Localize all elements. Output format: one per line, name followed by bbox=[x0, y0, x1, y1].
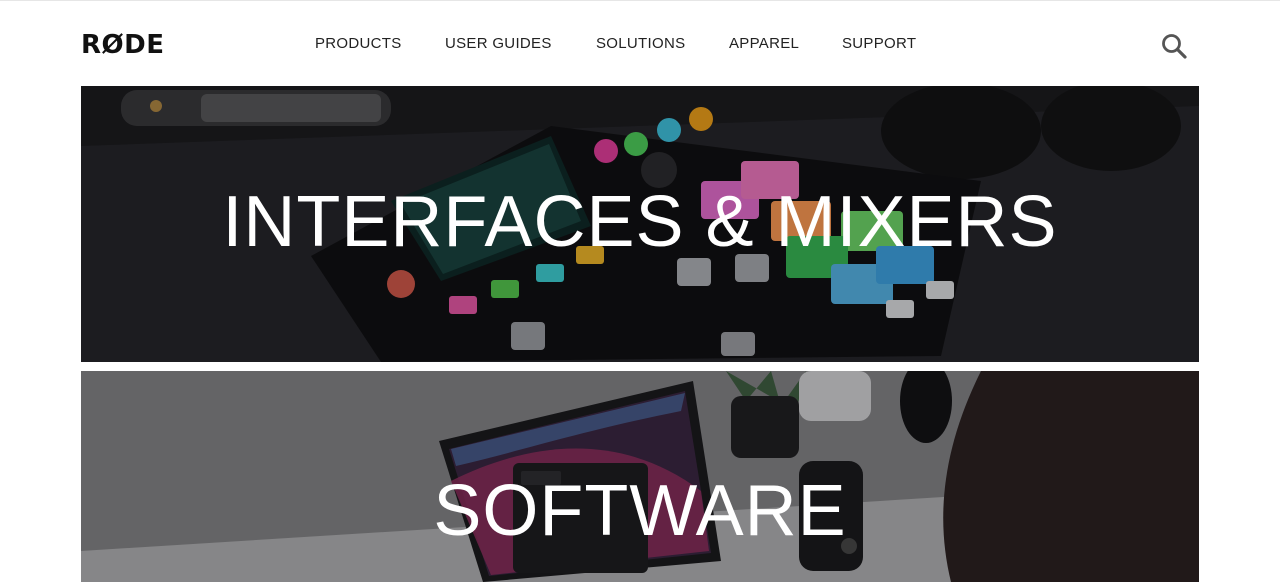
nav-item-solutions[interactable]: SOLUTIONS bbox=[596, 35, 685, 53]
search-button[interactable] bbox=[1160, 32, 1188, 60]
category-tile-interfaces-mixers[interactable]: INTERFACES & MIXERS bbox=[81, 86, 1199, 362]
nav-item-user-guides[interactable]: USER GUIDES bbox=[445, 35, 552, 53]
site-header: RØDE PRODUCTS USER GUIDES SOLUTIONS APPA… bbox=[0, 1, 1280, 86]
category-tile-software[interactable]: SOFTWARE bbox=[81, 371, 1199, 582]
nav-item-products[interactable]: PRODUCTS bbox=[315, 35, 402, 53]
nav-item-support[interactable]: SUPPORT bbox=[842, 35, 916, 53]
search-icon bbox=[1162, 34, 1187, 59]
tile-title: INTERFACES & MIXERS bbox=[222, 182, 1058, 262]
tile-title: SOFTWARE bbox=[433, 471, 847, 551]
nav-item-apparel[interactable]: APPAREL bbox=[729, 35, 799, 53]
main-nav: PRODUCTS USER GUIDES SOLUTIONS APPAREL S… bbox=[0, 1, 1280, 86]
